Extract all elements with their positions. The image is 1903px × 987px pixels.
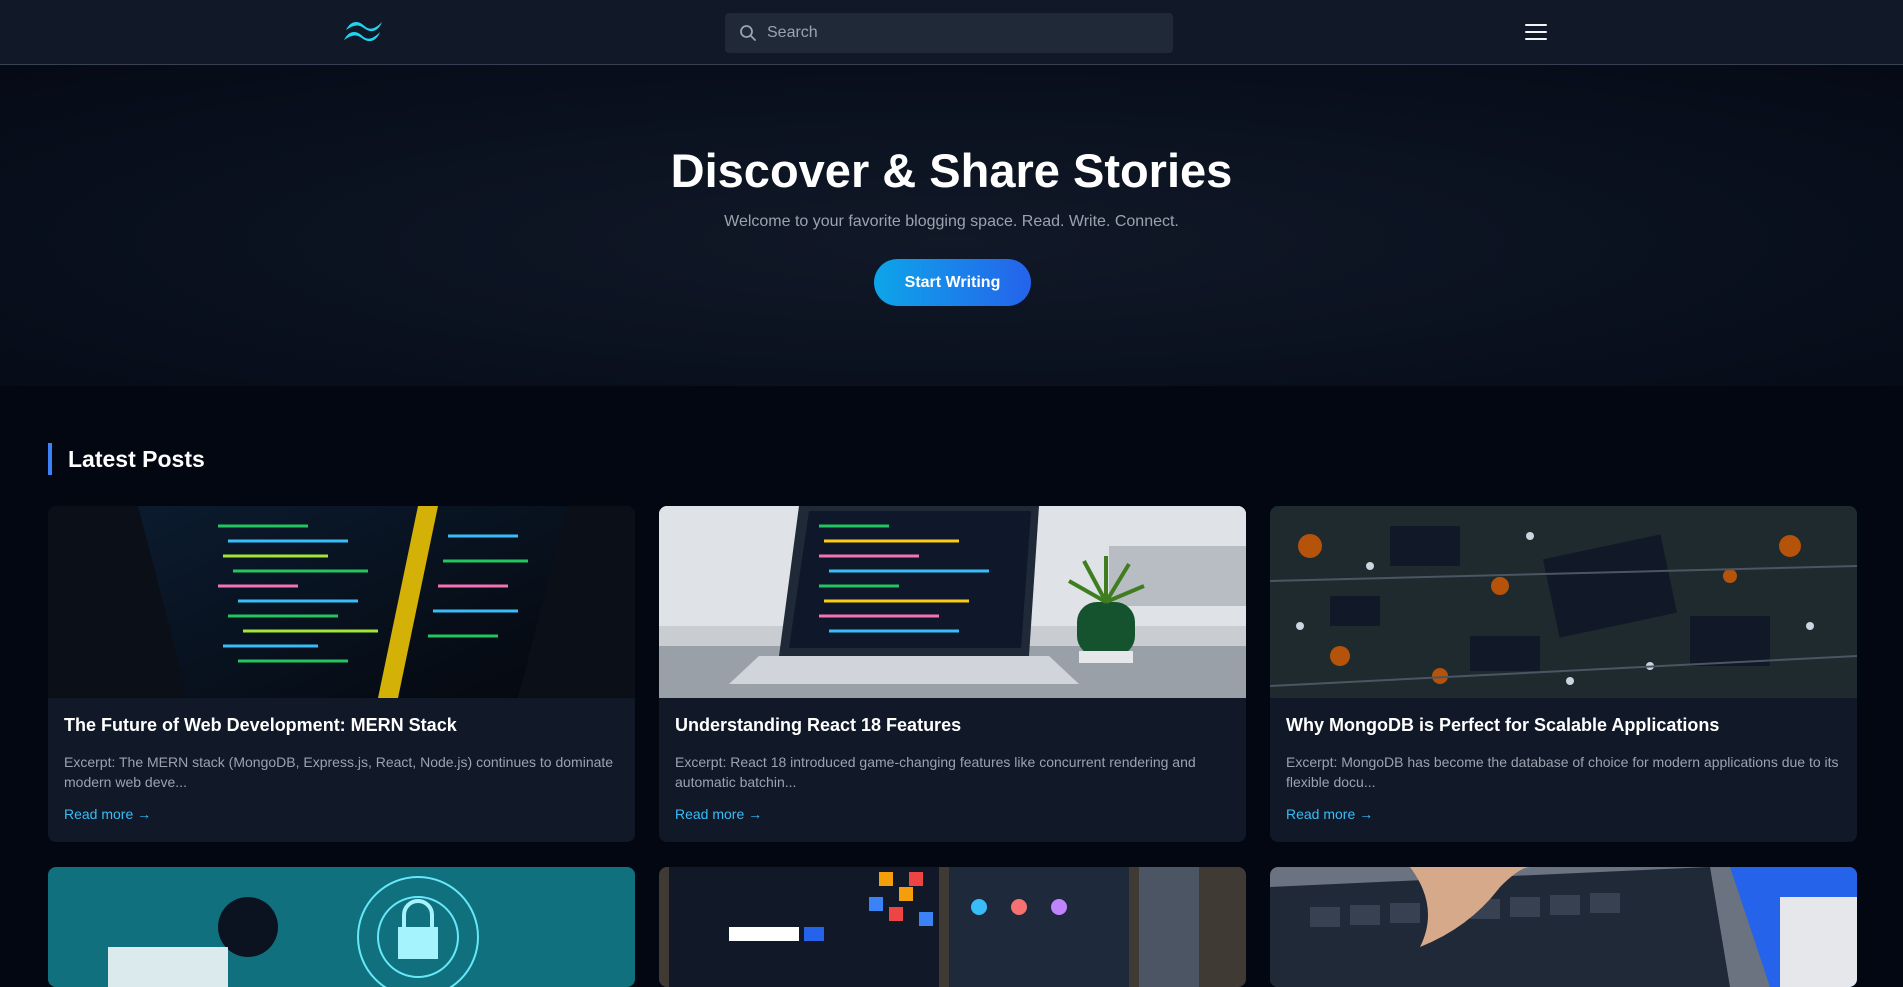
hamburger-menu-icon[interactable]	[1525, 24, 1547, 42]
hero-section: Discover & Share Stories Welcome to your…	[0, 65, 1903, 386]
post-image-circuit-board[interactable]	[1270, 506, 1857, 698]
post-card[interactable]	[1270, 867, 1857, 987]
post-image-code-on-laptop-screen[interactable]	[48, 506, 635, 698]
post-image-microsoft-courses-screens[interactable]	[659, 867, 1246, 987]
post-image-hands-typing-on-laptop[interactable]	[1270, 867, 1857, 987]
post-excerpt: Excerpt: The MERN stack (MongoDB, Expres…	[64, 754, 614, 790]
latest-posts-heading: Latest Posts	[48, 443, 205, 475]
post-excerpt: Excerpt: React 18 introduced game-changi…	[675, 754, 1196, 790]
start-writing-button[interactable]: Start Writing	[874, 259, 1031, 306]
post-card[interactable]	[48, 867, 635, 987]
post-image-cybersecurity-lock[interactable]	[48, 867, 635, 987]
post-excerpt: Excerpt: MongoDB has become the database…	[1286, 754, 1839, 790]
read-more-link[interactable]: Read more →	[64, 806, 151, 822]
post-card[interactable]: The Future of Web Development: MERN Stac…	[48, 506, 635, 842]
post-card[interactable]: Why MongoDB is Perfect for Scalable Appl…	[1270, 506, 1857, 842]
hero-subtitle: Welcome to your favorite blogging space.…	[724, 213, 1179, 230]
search-bar[interactable]	[725, 13, 1173, 53]
post-card[interactable]	[659, 867, 1246, 987]
tailwind-logo-icon[interactable]	[342, 18, 386, 46]
post-title[interactable]: The Future of Web Development: MERN Stac…	[64, 715, 457, 736]
search-input[interactable]	[765, 23, 1173, 43]
post-card[interactable]: Understanding React 18 Features Excerpt:…	[659, 506, 1246, 842]
read-more-link[interactable]: Read more →	[675, 806, 762, 822]
post-image-laptop-with-plant[interactable]	[659, 506, 1246, 698]
search-icon	[739, 24, 757, 42]
hero-title: Discover & Share Stories	[670, 144, 1233, 197]
post-title[interactable]: Why MongoDB is Perfect for Scalable Appl…	[1286, 715, 1719, 736]
read-more-link[interactable]: Read more →	[1286, 806, 1373, 822]
navbar	[0, 0, 1903, 65]
post-title[interactable]: Understanding React 18 Features	[675, 715, 961, 736]
